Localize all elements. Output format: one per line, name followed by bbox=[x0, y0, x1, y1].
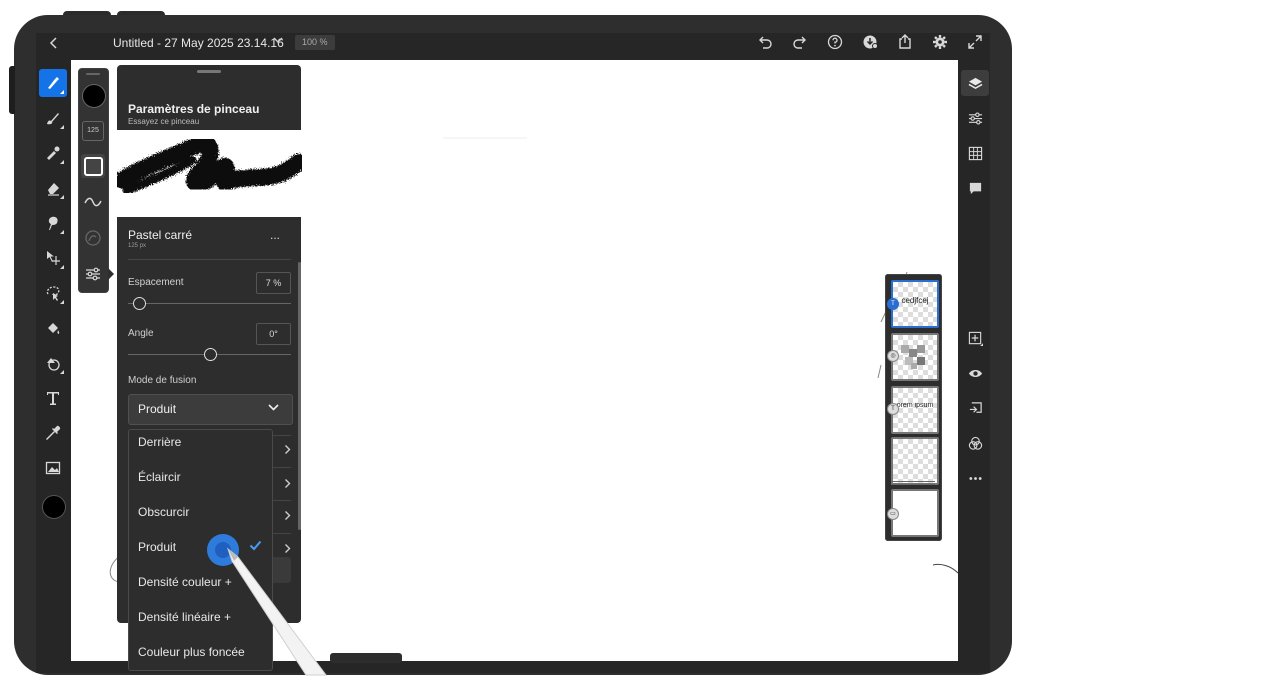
blend-mode-value: Produit bbox=[138, 402, 177, 416]
share-icon[interactable] bbox=[897, 33, 913, 53]
visibility-icon[interactable] bbox=[961, 360, 989, 386]
blend-mode-label: Mode de fusion bbox=[128, 375, 197, 386]
blend-option[interactable]: Éclaircir bbox=[138, 470, 181, 484]
settings-gear-icon[interactable] bbox=[932, 34, 948, 53]
panel-drag-handle[interactable] bbox=[197, 70, 221, 73]
chevron-right-icon[interactable] bbox=[284, 444, 291, 458]
smart-object-badge: ◎ bbox=[887, 350, 899, 362]
divider bbox=[271, 467, 291, 468]
eraser-icon[interactable] bbox=[39, 174, 67, 202]
undo-icon[interactable] bbox=[757, 35, 773, 52]
document-title[interactable]: Untitled - 27 May 2025 23.14.16 bbox=[113, 36, 284, 50]
angle-label: Angle bbox=[128, 328, 154, 339]
stylus-pencil bbox=[226, 547, 336, 677]
divider bbox=[128, 259, 291, 260]
paint-brush-icon[interactable] bbox=[39, 69, 67, 97]
pixel-brush-icon[interactable] bbox=[39, 104, 67, 132]
blend-icon[interactable] bbox=[961, 430, 989, 456]
blend-option[interactable]: Obscurcir bbox=[138, 505, 189, 519]
divider bbox=[891, 481, 935, 482]
background-layer-badge: ▭ bbox=[887, 508, 899, 520]
comment-icon[interactable] bbox=[961, 175, 989, 201]
spacing-slider-track[interactable] bbox=[128, 303, 291, 304]
blend-option[interactable]: Derrière bbox=[138, 435, 181, 449]
angle-slider-knob[interactable] bbox=[203, 348, 217, 361]
layer-properties-icon[interactable] bbox=[961, 395, 989, 421]
brush-preview[interactable] bbox=[113, 130, 308, 217]
chevron-down-icon[interactable] bbox=[268, 402, 279, 414]
panel-handle[interactable] bbox=[86, 73, 100, 75]
layers-icon[interactable] bbox=[961, 70, 989, 96]
text-layer-badge: T bbox=[887, 298, 899, 310]
panel-scrollbar[interactable] bbox=[298, 262, 301, 530]
pressure-icon[interactable] bbox=[82, 227, 104, 249]
blend-option[interactable]: Densité couleur + bbox=[138, 575, 232, 589]
more-icon[interactable] bbox=[961, 465, 989, 491]
panel-title: Paramètres de pinceau bbox=[128, 102, 260, 116]
brush-name: Pastel carré bbox=[128, 228, 193, 242]
adjustments-icon[interactable] bbox=[961, 105, 989, 131]
divider bbox=[891, 484, 935, 485]
brush-size-value[interactable]: 125 bbox=[82, 121, 104, 141]
divider bbox=[271, 435, 291, 436]
brush-size: 125 px bbox=[128, 243, 147, 249]
fill-bucket-icon[interactable] bbox=[39, 314, 67, 342]
brush-tip-button[interactable] bbox=[81, 154, 105, 178]
lasso-icon[interactable] bbox=[39, 279, 67, 307]
chevron-left-icon[interactable] bbox=[48, 36, 60, 53]
bottom-panel-tab[interactable] bbox=[330, 653, 402, 663]
panel-subtitle: Essayez ce pinceau bbox=[128, 117, 200, 126]
type-icon[interactable] bbox=[39, 384, 67, 412]
color-swatch[interactable] bbox=[42, 495, 66, 519]
brush-settings-icon[interactable] bbox=[82, 263, 104, 285]
brush-more-button[interactable]: ... bbox=[270, 228, 280, 242]
angle-value-field[interactable]: 0° bbox=[256, 323, 291, 345]
help-icon[interactable] bbox=[827, 34, 843, 53]
mixer-brush-icon[interactable] bbox=[39, 139, 67, 167]
redo-icon[interactable] bbox=[792, 35, 808, 52]
chevron-right-icon[interactable] bbox=[284, 510, 291, 524]
brush-color-swatch[interactable] bbox=[82, 84, 106, 108]
eyedropper-icon[interactable] bbox=[39, 419, 67, 447]
divider bbox=[271, 500, 291, 501]
zoom-level[interactable]: 100 % bbox=[295, 35, 335, 50]
smudge-icon[interactable] bbox=[39, 209, 67, 237]
cloud-sync-icon[interactable] bbox=[862, 34, 879, 53]
shape-icon[interactable] bbox=[39, 349, 67, 377]
blend-option-selected[interactable]: Produit bbox=[138, 540, 176, 554]
divider bbox=[271, 533, 291, 534]
blend-option[interactable]: Densité linéaire + bbox=[138, 610, 231, 624]
chevron-down-icon[interactable] bbox=[273, 36, 283, 46]
device-side-button bbox=[9, 66, 15, 114]
layer-thumbnail[interactable] bbox=[891, 437, 939, 485]
text-layer-badge: T bbox=[887, 403, 899, 415]
brush-stroke-icon[interactable] bbox=[82, 191, 104, 213]
move-icon[interactable] bbox=[39, 244, 67, 272]
grid-icon[interactable] bbox=[961, 140, 989, 166]
image-icon[interactable] bbox=[39, 454, 67, 482]
spacing-label: Espacement bbox=[128, 277, 184, 288]
chevron-right-icon[interactable] bbox=[284, 478, 291, 492]
add-layer-icon[interactable] bbox=[961, 325, 989, 351]
fullscreen-icon[interactable] bbox=[967, 34, 983, 53]
spacing-value-field[interactable]: 7 % bbox=[256, 272, 291, 294]
panel-pointer bbox=[108, 268, 114, 280]
